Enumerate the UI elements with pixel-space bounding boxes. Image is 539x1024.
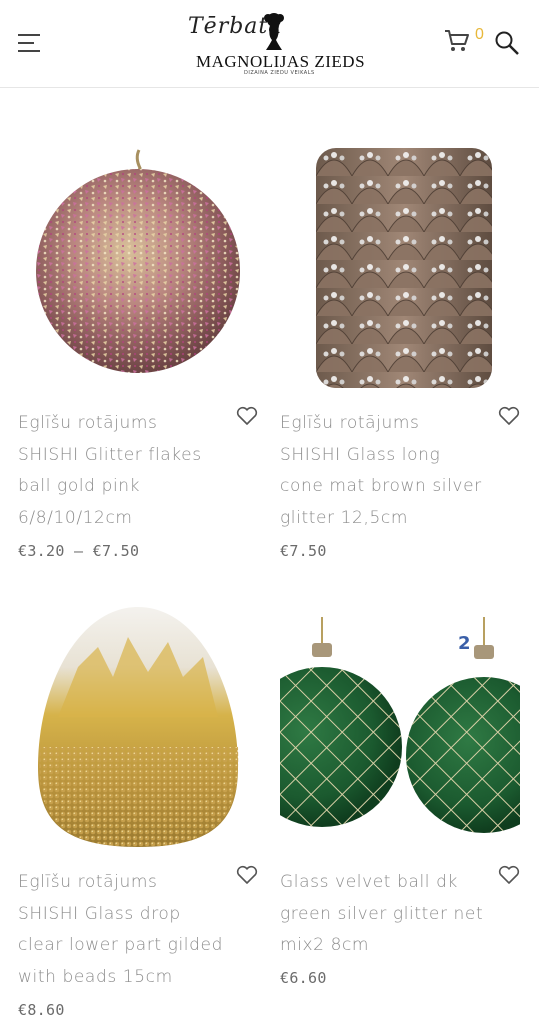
logo-subtitle: DIZAINA ZIEDU VEIKALS	[244, 70, 315, 76]
wishlist-heart-icon[interactable]	[236, 865, 258, 885]
product-image-brown-cone[interactable]	[280, 148, 520, 388]
product-title[interactable]: Eglīšu rotājums SHISHI Glitter flakes ba…	[18, 408, 228, 534]
product-price: €7.50	[280, 542, 327, 560]
menu-icon[interactable]	[18, 34, 40, 52]
wishlist-heart-icon[interactable]	[498, 865, 520, 885]
product-price: €8.60	[18, 1001, 65, 1019]
product-image-gold-drop[interactable]	[18, 607, 258, 847]
product-image-pink-gold-ball[interactable]	[18, 148, 258, 388]
site-header: Tērbata MAGNOLIJAS ZIEDS DIZAINA ZIEDU V…	[0, 0, 539, 88]
product-price: €3.20 – €7.50	[18, 542, 140, 560]
product-image-green-velvet-balls[interactable]: 2	[280, 607, 520, 847]
logo-main-text: MAGNOLIJAS ZIEDS	[196, 52, 366, 71]
product-title[interactable]: Glass velvet ball dk green silver glitte…	[280, 867, 490, 962]
product-title[interactable]: Eglīšu rotājums SHISHI Glass drop clear …	[18, 867, 228, 993]
wishlist-heart-icon[interactable]	[236, 406, 258, 426]
woman-silhouette-icon	[264, 13, 284, 50]
cart-icon[interactable]	[444, 28, 470, 54]
product-title[interactable]: Eglīšu rotājums SHISHI Glass long cone m…	[280, 408, 490, 534]
image-badge-number: 2	[458, 633, 471, 654]
cart-count-badge: 0	[475, 26, 484, 43]
product-price: €6.60	[280, 969, 327, 987]
wishlist-heart-icon[interactable]	[498, 406, 520, 426]
site-logo[interactable]: Tērbata MAGNOLIJAS ZIEDS DIZAINA ZIEDU V…	[186, 10, 365, 76]
search-icon[interactable]	[494, 30, 520, 56]
